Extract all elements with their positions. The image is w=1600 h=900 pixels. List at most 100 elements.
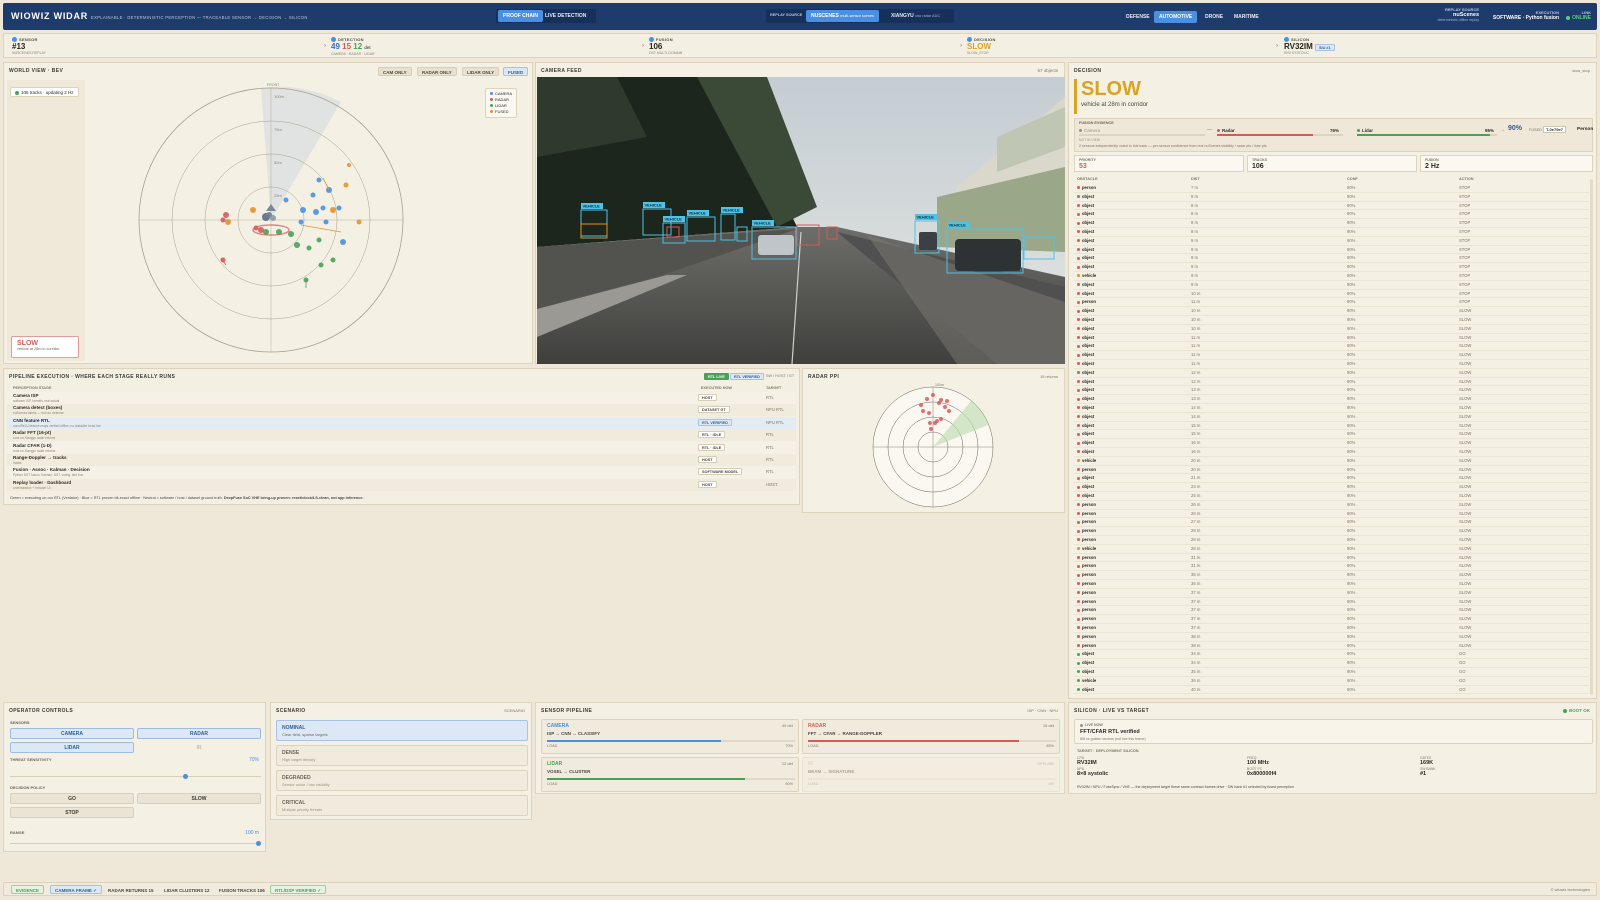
sensor-lidar-toggle[interactable]: LIDAR — [10, 742, 134, 753]
range-slider[interactable] — [10, 841, 261, 846]
table-row[interactable]: object 8 m 90% STOP — [1074, 202, 1589, 211]
scenario-critical[interactable]: CRITICAL Multiple priority threats — [276, 795, 528, 816]
sensor-radar-toggle[interactable]: RADAR — [137, 728, 261, 739]
table-row[interactable]: person 31 m 90% SLOW — [1074, 554, 1589, 563]
table-row[interactable]: person 26 m 90% SLOW — [1074, 501, 1589, 510]
table-row[interactable]: person 7 m 90% STOP — [1074, 184, 1589, 193]
table-row[interactable]: vehicle 9 m 90% STOP — [1074, 272, 1589, 281]
table-row[interactable]: person 31 m 90% SLOW — [1074, 562, 1589, 572]
pipeline-row[interactable]: Radar CFAR (1-D) runs on Xiangyu radar re… — [7, 441, 796, 454]
footer-fusion-tracks[interactable]: FUSION TRACKS 106 — [214, 885, 270, 894]
table-row[interactable]: object 23 m 90% SLOW — [1074, 483, 1589, 492]
stage-silicon[interactable]: SILICON RV32IM SIU #1 RISI SYSTOLIC — [1284, 37, 1335, 55]
scenario-dense[interactable]: DENSE High target density — [276, 745, 528, 766]
table-row[interactable]: object 9 m 90% STOP — [1074, 254, 1589, 264]
footer-evidence[interactable]: EVIDENCE — [11, 885, 45, 894]
mode-live-detection[interactable]: LIVE DETECTION — [540, 10, 591, 22]
table-row[interactable]: person 35 m 90% SLOW — [1074, 571, 1589, 580]
view-radar-only[interactable]: RADAR ONLY — [417, 67, 457, 76]
pipeline-row[interactable]: Radar FFT (16-pt) runs on Xiangyu radar r… — [7, 429, 796, 442]
table-row[interactable]: person 37 m 90% SLOW — [1074, 598, 1589, 607]
radar-ppi-scope[interactable]: 100m — [863, 383, 1003, 511]
replay-xiangyu[interactable]: XIANGYU raw radar ADC — [886, 10, 945, 22]
table-row[interactable]: object 9 m 90% STOP — [1074, 246, 1589, 255]
pipeline-row[interactable]: Camera ISP software ISP, kernels, real ac… — [7, 392, 796, 404]
domain-drone[interactable]: DRONE — [1200, 11, 1228, 23]
pipeline-row[interactable]: Fusion · Assoc · Kalman · Decision Python… — [7, 466, 796, 479]
threat-slider[interactable] — [10, 774, 261, 779]
mode-proof-chain[interactable]: PROOF CHAIN — [498, 10, 543, 22]
pipeline-row[interactable]: Camera detect (boxes) nuScenes labels — n… — [7, 404, 796, 417]
table-row[interactable]: object 16 m 90% SLOW — [1074, 448, 1589, 457]
table-row[interactable]: vehicle 36 m 90% GO — [1074, 677, 1589, 686]
table-row[interactable]: object 9 m 90% STOP — [1074, 263, 1589, 272]
footer-lidar-clusters[interactable]: LIDAR CLUSTERS 12 — [159, 885, 215, 894]
table-row[interactable]: vehicle 28 m 90% SLOW — [1074, 545, 1589, 554]
table-row[interactable]: object 15 m 90% SLOW — [1074, 422, 1589, 431]
table-row[interactable]: person 36 m 90% SLOW — [1074, 580, 1589, 589]
table-row[interactable]: object 40 m 90% GO — [1074, 686, 1589, 695]
table-row[interactable]: object 13 m 90% SLOW — [1074, 395, 1589, 404]
sensor-ir-toggle[interactable]: IR — [137, 742, 261, 753]
table-row[interactable]: object 15 m 90% SLOW — [1074, 430, 1589, 440]
table-row[interactable]: object 11 m 90% SLOW — [1074, 360, 1589, 369]
threat-slider-knob[interactable] — [183, 774, 189, 779]
sensor-card-camera[interactable]: CAMERA 49 det ISP → CNN → CLASSIFY LOAD 70% — [541, 719, 799, 754]
table-row[interactable]: object 8 m 90% STOP — [1074, 193, 1589, 202]
table-row[interactable]: object 10 m 90% SLOW — [1074, 316, 1589, 325]
replay-nuscenes[interactable]: NUSCENES multi-sensor scenes — [806, 10, 879, 22]
table-row[interactable]: object 12 m 90% SLOW — [1074, 369, 1589, 378]
table-row[interactable]: object 13 m 90% SLOW — [1074, 386, 1589, 396]
table-row[interactable]: object 9 m 90% STOP — [1074, 281, 1589, 290]
pipeline-row[interactable]: Replay loader · Dashboard orchestration +… — [7, 478, 796, 491]
table-row[interactable]: person 28 m 90% SLOW — [1074, 536, 1589, 545]
footer-camera-frame[interactable]: CAMERA FRAME ✓ — [50, 885, 102, 894]
domain-maritime[interactable]: MARITIME — [1229, 11, 1264, 23]
table-row[interactable]: object 8 m 90% STOP — [1074, 219, 1589, 228]
table-row[interactable]: person 27 m 90% SLOW — [1074, 518, 1589, 528]
table-row[interactable]: object 14 m 90% SLOW — [1074, 404, 1589, 413]
table-row[interactable]: person 26 m 90% SLOW — [1074, 510, 1589, 519]
table-row[interactable]: object 34 m 90% GO — [1074, 659, 1589, 668]
table-row[interactable]: object 21 m 90% SLOW — [1074, 474, 1589, 484]
table-row[interactable]: object 12 m 90% SLOW — [1074, 378, 1589, 387]
view-fused[interactable]: FUSED — [503, 67, 529, 76]
table-row[interactable]: object 10 m 90% SLOW — [1074, 307, 1589, 316]
stage-sensor[interactable]: SENSOR #13 NUSCENES REPLAY — [12, 37, 46, 55]
table-row[interactable]: object 11 m 90% SLOW — [1074, 342, 1589, 352]
pipeline-row[interactable]: Range-Doppler → tracks tracks HOST RTL — [7, 454, 796, 466]
table-row[interactable]: person 28 m 90% SLOW — [1074, 527, 1589, 536]
footer-rtl-verified[interactable]: RTL/DSP VERIFIED ✓ — [270, 885, 327, 894]
stage-detection[interactable]: DETECTION 49 15 12 det CAMERA · RADAR · … — [331, 37, 375, 56]
table-row[interactable]: vehicle 20 m 90% SLOW — [1074, 457, 1589, 466]
obstacle-table[interactable]: person 7 m 90% STOP object 8 m 90% STOP object 8 … — [1074, 184, 1589, 696]
table-row[interactable]: object 11 m 90% SLOW — [1074, 334, 1589, 343]
sensor-card-radar[interactable]: RADAR 15 det FFT → CFAR → RANGE-DOPPLER LOA… — [802, 719, 1060, 754]
stage-decision[interactable]: DECISION SLOW SLOW_STOP — [967, 37, 996, 55]
table-row[interactable]: object 14 m 90% SLOW — [1074, 413, 1589, 422]
table-row[interactable]: person 37 m 90% SLOW — [1074, 624, 1589, 633]
scenario-nominal[interactable]: NOMINAL Clear field, sparse targets — [276, 720, 528, 741]
bev-plot[interactable]: FRONT 100m 75m 50m 25m — [86, 80, 532, 361]
sensor-card-ir[interactable]: IR OFFLINE BEAM → SIGNATURE LOAD 0% — [802, 757, 1060, 792]
table-row[interactable]: object 10 m 90% STOP — [1074, 290, 1589, 299]
table-row[interactable]: object 16 m 90% SLOW — [1074, 439, 1589, 448]
table-row[interactable]: object 9 m 90% STOP — [1074, 237, 1589, 246]
obstacle-scrollbar[interactable] — [1590, 179, 1593, 695]
pipeline-row[interactable]: CNN feature RTL conv/ReLU feature maps ve… — [7, 416, 796, 429]
sensor-card-lidar[interactable]: LIDAR 12 det VOXEL → CLUSTER LOAD 80% — [541, 757, 799, 792]
view-cam-only[interactable]: CAM ONLY — [378, 67, 412, 76]
sensor-camera-toggle[interactable]: CAMERA — [10, 728, 134, 739]
table-row[interactable]: object 8 m 90% STOP — [1074, 228, 1589, 237]
policy-go[interactable]: GO — [10, 793, 134, 804]
table-row[interactable]: object 35 m 90% GO — [1074, 668, 1589, 677]
domain-automotive[interactable]: AUTOMOTIVE — [1154, 11, 1198, 23]
domain-defense[interactable]: DEFENSE — [1121, 11, 1155, 23]
camera-frame[interactable]: VEHICLE VEHICLE VEHICLE VEHICLE VEHICLE VEHIC… — [537, 77, 1065, 364]
table-row[interactable]: person 11 m 90% STOP — [1074, 298, 1589, 308]
table-row[interactable]: object 11 m 90% SLOW — [1074, 351, 1589, 360]
range-slider-knob[interactable] — [256, 841, 261, 846]
table-row[interactable]: object 10 m 90% SLOW — [1074, 325, 1589, 334]
table-row[interactable]: person 20 m 90% SLOW — [1074, 466, 1589, 475]
table-row[interactable]: object 8 m 90% STOP — [1074, 210, 1589, 220]
